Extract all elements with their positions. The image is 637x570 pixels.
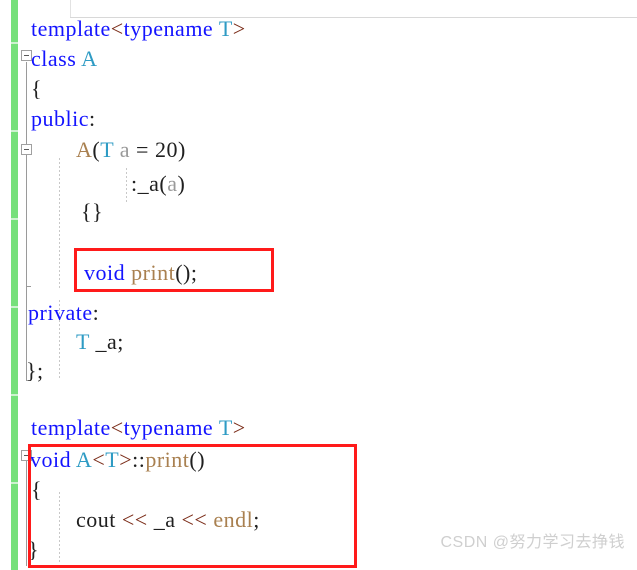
code-line-class-a[interactable]: class A — [31, 48, 97, 70]
code-editor-view: template<typename T> class A { public: A… — [0, 0, 637, 570]
code-token: public — [31, 106, 89, 131]
code-token: = 20) — [130, 137, 186, 162]
code-token: ) — [177, 171, 186, 196]
code-token: private — [28, 300, 93, 325]
code-token: A — [81, 46, 98, 71]
highlight-box-print-declaration — [74, 248, 274, 292]
code-line-close-class[interactable]: }; — [26, 360, 44, 382]
code-line-ctor-body[interactable]: {} — [81, 201, 103, 223]
code-token: : — [92, 300, 100, 325]
code-line-template-1[interactable]: template<typename T> — [31, 18, 246, 40]
code-line-ctor[interactable]: A(T a = 20) — [76, 139, 186, 161]
code-token: > — [232, 16, 246, 41]
code-token: : — [89, 106, 96, 131]
code-token: :_a( — [131, 171, 168, 196]
csdn-watermark: CSDN @努力学习去挣钱 — [440, 534, 625, 551]
code-token: T — [218, 415, 233, 440]
code-token: { — [31, 76, 43, 101]
code-token: > — [232, 415, 246, 440]
code-token: T — [100, 137, 114, 162]
code-token: template — [31, 415, 111, 440]
code-line-member-a[interactable]: T _a; — [76, 331, 124, 353]
code-token: T — [76, 329, 90, 354]
code-token: _a; — [89, 329, 124, 354]
code-token: a — [167, 171, 178, 196]
code-token: A — [76, 137, 93, 162]
code-token: < — [110, 415, 124, 440]
code-token: }; — [26, 358, 44, 383]
code-token: typename — [123, 415, 214, 440]
code-line-private[interactable]: private: — [28, 302, 99, 324]
code-line-public[interactable]: public: — [31, 108, 96, 130]
highlight-box-print-definition — [28, 444, 357, 568]
code-token: a — [119, 137, 131, 162]
code-line-open-brace-class[interactable]: { — [31, 78, 42, 100]
code-token: class — [31, 46, 77, 71]
code-token: typename — [123, 16, 214, 41]
code-token: {} — [81, 199, 104, 224]
code-token: T — [218, 16, 233, 41]
code-line-init-list[interactable]: :_a(a) — [131, 173, 185, 195]
code-token: template — [31, 16, 111, 41]
code-line-template-2[interactable]: template<typename T> — [31, 417, 246, 439]
code-token: < — [110, 16, 124, 41]
